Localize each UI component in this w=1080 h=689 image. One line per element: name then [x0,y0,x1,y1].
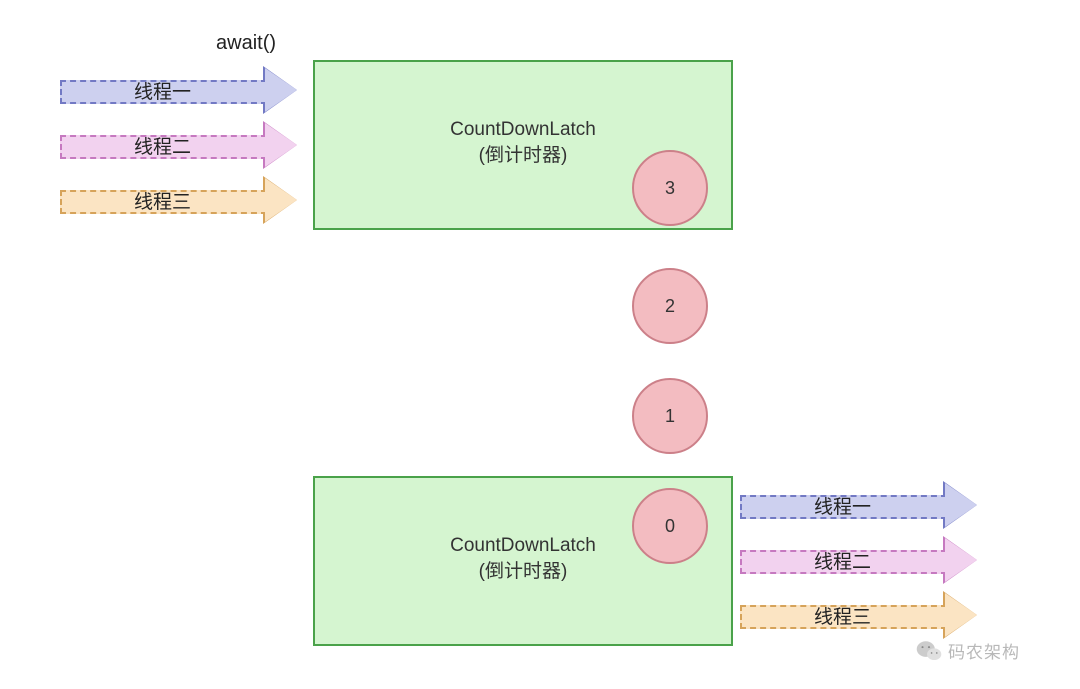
arrow-label: 线程一 [60,77,265,104]
arrow-label: 线程二 [60,132,265,159]
box-title: CountDownLatch [450,535,596,556]
counter-circle-1: 1 [632,378,708,454]
arrow-label: 线程三 [60,187,265,214]
arrow-label: 线程三 [740,602,945,629]
box-title: CountDownLatch [450,119,596,140]
box-subtitle: (倒计时器) [479,145,568,166]
watermark-text: 码农架构 [948,638,1020,663]
wechat-icon [916,640,942,662]
box-subtitle: (倒计时器) [479,561,568,582]
counter-circle-0: 0 [632,488,708,564]
diagram: await() 线程一 线程二 线程三 CountDownLatch (倒计时器… [0,0,1080,689]
await-label: await() [216,32,276,55]
counter-circle-2: 2 [632,268,708,344]
watermark: 码农架构 [916,638,1020,663]
arrow-label: 线程一 [740,492,945,519]
counter-circle-3: 3 [632,150,708,226]
arrow-label: 线程二 [740,547,945,574]
